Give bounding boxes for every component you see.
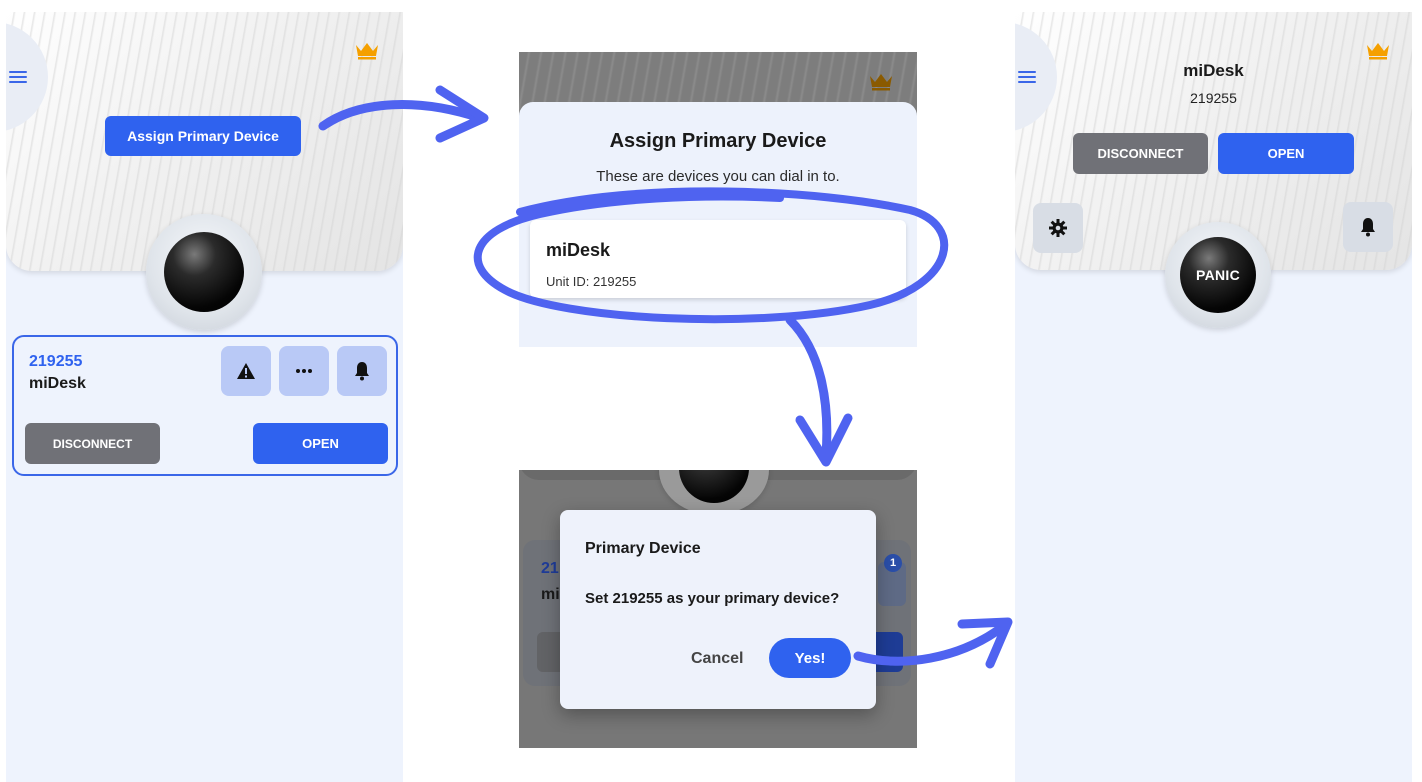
- disconnect-button[interactable]: DISCONNECT: [25, 423, 160, 464]
- bell-icon: [1361, 218, 1375, 237]
- notifications-button[interactable]: [337, 346, 387, 396]
- hamburger-menu-icon[interactable]: [9, 68, 31, 84]
- dimmed-orb-ring: [659, 470, 769, 515]
- dialog-title: Primary Device: [585, 540, 701, 557]
- screen-home-assigned: miDesk 219255 DISCONNECT OPEN PANIC: [1015, 12, 1412, 782]
- settings-button[interactable]: [1033, 203, 1083, 253]
- screen-assign-sheet: Assign Primary Device These are devices …: [519, 52, 917, 347]
- screen-confirm-dialog: 21 mi 1 Primary Device Set 219255 as you…: [519, 470, 917, 748]
- orb-ring: PANIC: [1165, 222, 1271, 328]
- dimmed-unit-id: 21: [541, 560, 559, 577]
- assign-device-sheet: Assign Primary Device These are devices …: [519, 102, 917, 347]
- sheet-subtitle: These are devices you can dial in to.: [596, 168, 840, 185]
- more-options-button[interactable]: [279, 346, 329, 396]
- assign-primary-device-button[interactable]: Assign Primary Device: [105, 116, 301, 156]
- device-unit-id: Unit ID: 219255: [546, 274, 637, 289]
- more-dots-icon: [296, 369, 312, 373]
- unit-id: 219255: [29, 353, 83, 370]
- crown-icon[interactable]: [354, 40, 380, 60]
- confirm-yes-button[interactable]: Yes!: [769, 638, 851, 678]
- gear-icon: [1049, 219, 1067, 237]
- warning-icon: [237, 363, 255, 379]
- panic-label: PANIC: [1195, 267, 1241, 283]
- panic-button[interactable]: PANIC: [1180, 237, 1256, 313]
- open-button[interactable]: OPEN: [253, 423, 388, 464]
- unit-card: 219255 miDesk DISCONNECT OPEN: [12, 335, 398, 476]
- dialog-message: Set 219255 as your primary device?: [585, 590, 840, 607]
- dimmed-unit-name: mi: [541, 586, 560, 603]
- cancel-button[interactable]: Cancel: [691, 650, 743, 668]
- orb-ring: [146, 214, 262, 330]
- crown-icon: [870, 74, 892, 91]
- device-name: miDesk: [546, 240, 611, 260]
- alert-button[interactable]: [221, 346, 271, 396]
- primary-device-name: miDesk: [1183, 61, 1244, 80]
- sheet-title: Assign Primary Device: [609, 130, 827, 152]
- disconnect-button[interactable]: DISCONNECT: [1073, 133, 1208, 174]
- open-button[interactable]: OPEN: [1218, 133, 1354, 174]
- screen-home-unassigned: Assign Primary Device 219255 miDesk DISC…: [6, 12, 403, 782]
- crown-icon[interactable]: [1365, 40, 1391, 60]
- dimmed-orb: [679, 470, 749, 503]
- notifications-button[interactable]: [1343, 202, 1393, 252]
- notification-badge: 1: [884, 554, 902, 572]
- device-list-item[interactable]: miDesk Unit ID: 219255: [530, 220, 906, 298]
- primary-device-id: 219255: [1190, 90, 1237, 106]
- unit-name: miDesk: [29, 375, 86, 392]
- primary-device-dialog: Primary Device Set 219255 as your primar…: [560, 510, 876, 709]
- bell-icon: [355, 362, 369, 381]
- panic-orb[interactable]: [164, 232, 244, 312]
